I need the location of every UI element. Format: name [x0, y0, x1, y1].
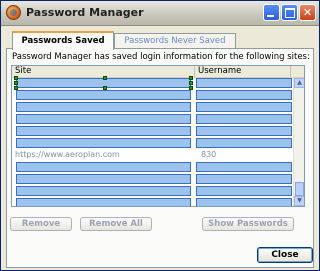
selection-handle [103, 76, 107, 80]
minimize-icon [267, 15, 274, 17]
tab-bar: Passwords Saved Passwords Never Saved [6, 31, 314, 50]
site-cell-redacted [16, 90, 191, 100]
tab-panel: Password Manager has saved login informa… [6, 48, 314, 268]
window-title: Password Manager [26, 6, 144, 19]
table-row[interactable] [12, 102, 293, 113]
scroll-down-arrow-icon[interactable]: ▼ [294, 196, 304, 206]
minimize-button[interactable] [263, 4, 280, 21]
scrollbar-thumb[interactable] [295, 182, 304, 196]
dialog-body: Passwords Saved Passwords Never Saved Pa… [1, 26, 319, 270]
list-header: Site Username [12, 66, 304, 78]
selection-handle [189, 76, 193, 80]
site-cell-redacted [16, 174, 191, 184]
selection-handle [14, 81, 18, 85]
table-row[interactable] [12, 76, 293, 90]
password-manager-window: Password Manager ✕ Passwords Saved Passw… [0, 0, 320, 271]
maximize-button[interactable] [281, 4, 298, 21]
table-row[interactable] [12, 174, 293, 185]
site-cell-redacted [16, 126, 191, 136]
username-cell-redacted [196, 186, 292, 196]
close-button[interactable]: Close [257, 247, 313, 263]
site-cell-redacted [16, 114, 191, 124]
info-text: Password Manager has saved login informa… [12, 52, 310, 62]
tab-passwords-saved[interactable]: Passwords Saved [12, 31, 114, 50]
table-row[interactable] [12, 198, 293, 206]
table-row[interactable]: https://www.aeroplan.com 830 [12, 150, 293, 161]
column-header-username[interactable]: Username [195, 66, 291, 77]
maximize-icon [285, 8, 295, 18]
username-cell-redacted [196, 198, 292, 206]
username-cell-redacted [196, 102, 292, 112]
username-cell-redacted [196, 78, 292, 88]
table-row[interactable] [12, 126, 293, 137]
site-cell-redacted [16, 186, 191, 196]
username-cell-redacted [196, 174, 292, 184]
selection-handle [14, 76, 18, 80]
username-cell-redacted [196, 90, 292, 100]
selection-handle [189, 81, 193, 85]
list-rows: https://www.aeroplan.com 830 [12, 76, 293, 206]
vertical-scrollbar[interactable]: ▲ ▼ [293, 78, 304, 206]
site-cell-redacted [16, 102, 191, 112]
table-row[interactable] [12, 186, 293, 197]
username-cell-redacted [196, 162, 292, 172]
site-cell: https://www.aeroplan.com [15, 150, 120, 159]
username-cell-redacted [196, 126, 292, 136]
table-row[interactable] [12, 162, 293, 173]
show-passwords-button[interactable]: Show Passwords [202, 217, 294, 231]
firefox-app-icon [6, 5, 21, 20]
table-row[interactable] [12, 138, 293, 149]
close-window-button[interactable]: ✕ [299, 4, 316, 21]
username-cell-redacted [196, 138, 292, 148]
title-bar[interactable]: Password Manager ✕ [1, 1, 319, 26]
site-cell-redacted [16, 198, 191, 206]
username-cell: 830 [201, 150, 217, 159]
close-icon: ✕ [302, 6, 313, 19]
saved-logins-list[interactable]: Site Username https://www.aeroplan.com 8… [11, 65, 305, 207]
site-cell-redacted [16, 138, 191, 148]
site-cell-redacted [16, 162, 191, 172]
username-cell-redacted [196, 114, 292, 124]
remove-all-button[interactable]: Remove All [80, 217, 152, 231]
remove-button[interactable]: Remove [10, 217, 72, 231]
scroll-up-arrow-icon[interactable]: ▲ [294, 78, 304, 88]
table-row[interactable] [12, 114, 293, 125]
table-row[interactable] [12, 90, 293, 101]
tab-passwords-never-saved[interactable]: Passwords Never Saved [114, 33, 236, 48]
